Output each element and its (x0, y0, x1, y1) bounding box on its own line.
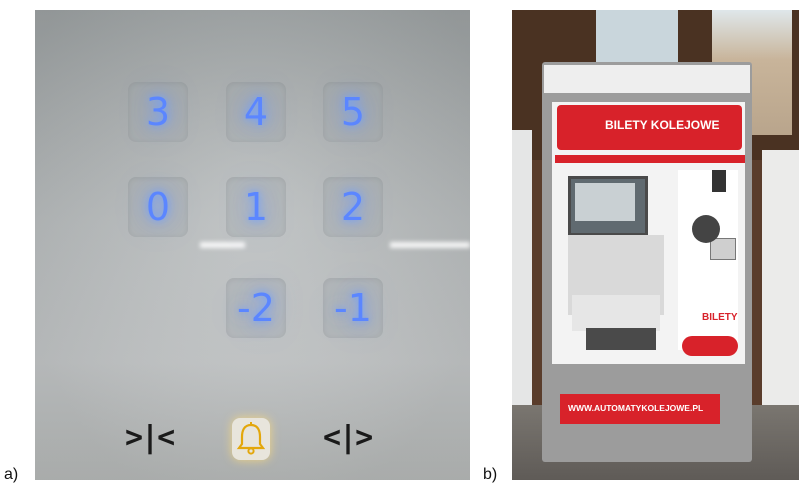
red-swoosh (682, 336, 738, 356)
floor-label: 3 (145, 90, 171, 134)
reflection-bar (390, 242, 470, 248)
machine-header (544, 65, 750, 93)
footer-banner: WWW.AUTOMATYKOLEJOWE.PL (560, 394, 720, 424)
gear-graphic (692, 215, 720, 243)
ticket-machine-photo: BILETY KOLEJOWE BILETY WWW.AUTOMATYKOLEJ… (512, 10, 799, 480)
bell-icon (236, 422, 266, 455)
info-strip (555, 155, 745, 163)
floor-button-3[interactable]: 3 (128, 82, 188, 142)
window-pane (596, 10, 678, 70)
floor-button-2[interactable]: 2 (323, 177, 383, 237)
door-open-button[interactable]: <|> (323, 420, 373, 455)
touch-screen[interactable] (568, 176, 648, 236)
floor-label: 5 (340, 90, 366, 134)
wall-left (512, 130, 532, 420)
floor-label: -2 (237, 286, 275, 330)
screen-content (575, 183, 635, 221)
wall-right (762, 150, 799, 420)
side-label: BILETY (702, 312, 738, 323)
floor-button-4[interactable]: 4 (226, 82, 286, 142)
floor-button-1[interactable]: 1 (226, 177, 286, 237)
floor-button-0[interactable]: 0 (128, 177, 188, 237)
alarm-button[interactable] (232, 418, 270, 460)
door-close-button[interactable]: >|< (125, 420, 175, 455)
floor-button-5[interactable]: 5 (323, 82, 383, 142)
floor-button-minus-1[interactable]: -1 (323, 278, 383, 338)
floor-label: 4 (243, 90, 269, 134)
reflection-bar (200, 242, 245, 248)
title-banner: BILETY KOLEJOWE (557, 105, 742, 150)
card-reader[interactable] (712, 170, 726, 192)
payment-panel (572, 295, 660, 331)
floor-button-minus-2[interactable]: -2 (226, 278, 286, 338)
ticket-slot[interactable] (586, 328, 656, 350)
floor-label: 0 (145, 185, 171, 229)
panel-b-label: b) (483, 466, 498, 483)
coin-column (678, 170, 738, 350)
floor-label: -1 (334, 286, 372, 330)
elevator-keypad-photo: 3 4 5 0 1 2 -2 -1 >|< <|> (35, 10, 470, 480)
floor-label: 1 (243, 185, 269, 229)
floor-label: 2 (340, 185, 366, 229)
machine-title: BILETY KOLEJOWE (605, 118, 720, 132)
website-label: WWW.AUTOMATYKOLEJOWE.PL (568, 403, 704, 413)
coin-slot[interactable] (710, 238, 736, 260)
panel-a-label: a) (4, 466, 19, 483)
